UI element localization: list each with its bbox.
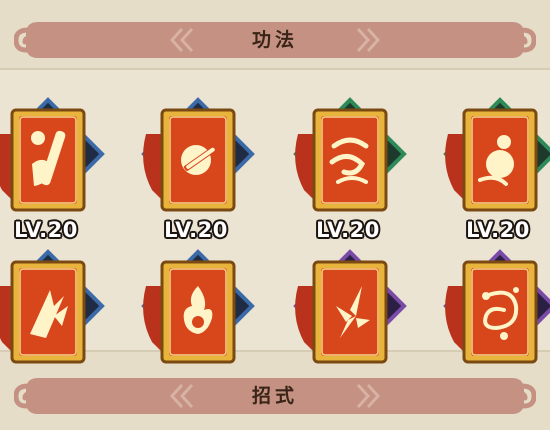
flame-sun-icon: [183, 286, 213, 334]
skill-card[interactable]: [288, 246, 408, 374]
sword-orb-icon: [181, 145, 217, 175]
section-title-top: 功法: [251, 29, 298, 51]
skill-card[interactable]: [0, 246, 106, 374]
section-header-gongfa[interactable]: 功法: [14, 16, 536, 64]
skill-level-label: LV.20: [316, 218, 380, 242]
section-title-bottom: 招式: [251, 385, 298, 407]
dagger-blades-icon: [336, 286, 370, 338]
broken-blade-icon: [30, 290, 68, 338]
section-header-zhaoshi[interactable]: 招式: [14, 372, 536, 420]
scroll-brush-icon: [31, 130, 66, 186]
skill-card[interactable]: LV.20: [438, 94, 550, 242]
skill-card[interactable]: [136, 246, 256, 374]
skill-card[interactable]: [438, 246, 550, 374]
skill-level-label: LV.20: [466, 218, 530, 242]
skill-level-label: LV.20: [164, 218, 228, 242]
wind-swirl-icon: [329, 137, 369, 184]
gourd-icon: [478, 135, 514, 186]
chain-whip-icon: [482, 287, 519, 340]
skill-card[interactable]: LV.20: [136, 94, 256, 242]
skill-grid: LV.20 LV.20 LV.20 LV.20: [0, 70, 550, 364]
skill-card[interactable]: LV.20: [288, 94, 408, 242]
skill-card[interactable]: LV.20: [0, 94, 106, 242]
skill-level-label: LV.20: [14, 218, 78, 242]
